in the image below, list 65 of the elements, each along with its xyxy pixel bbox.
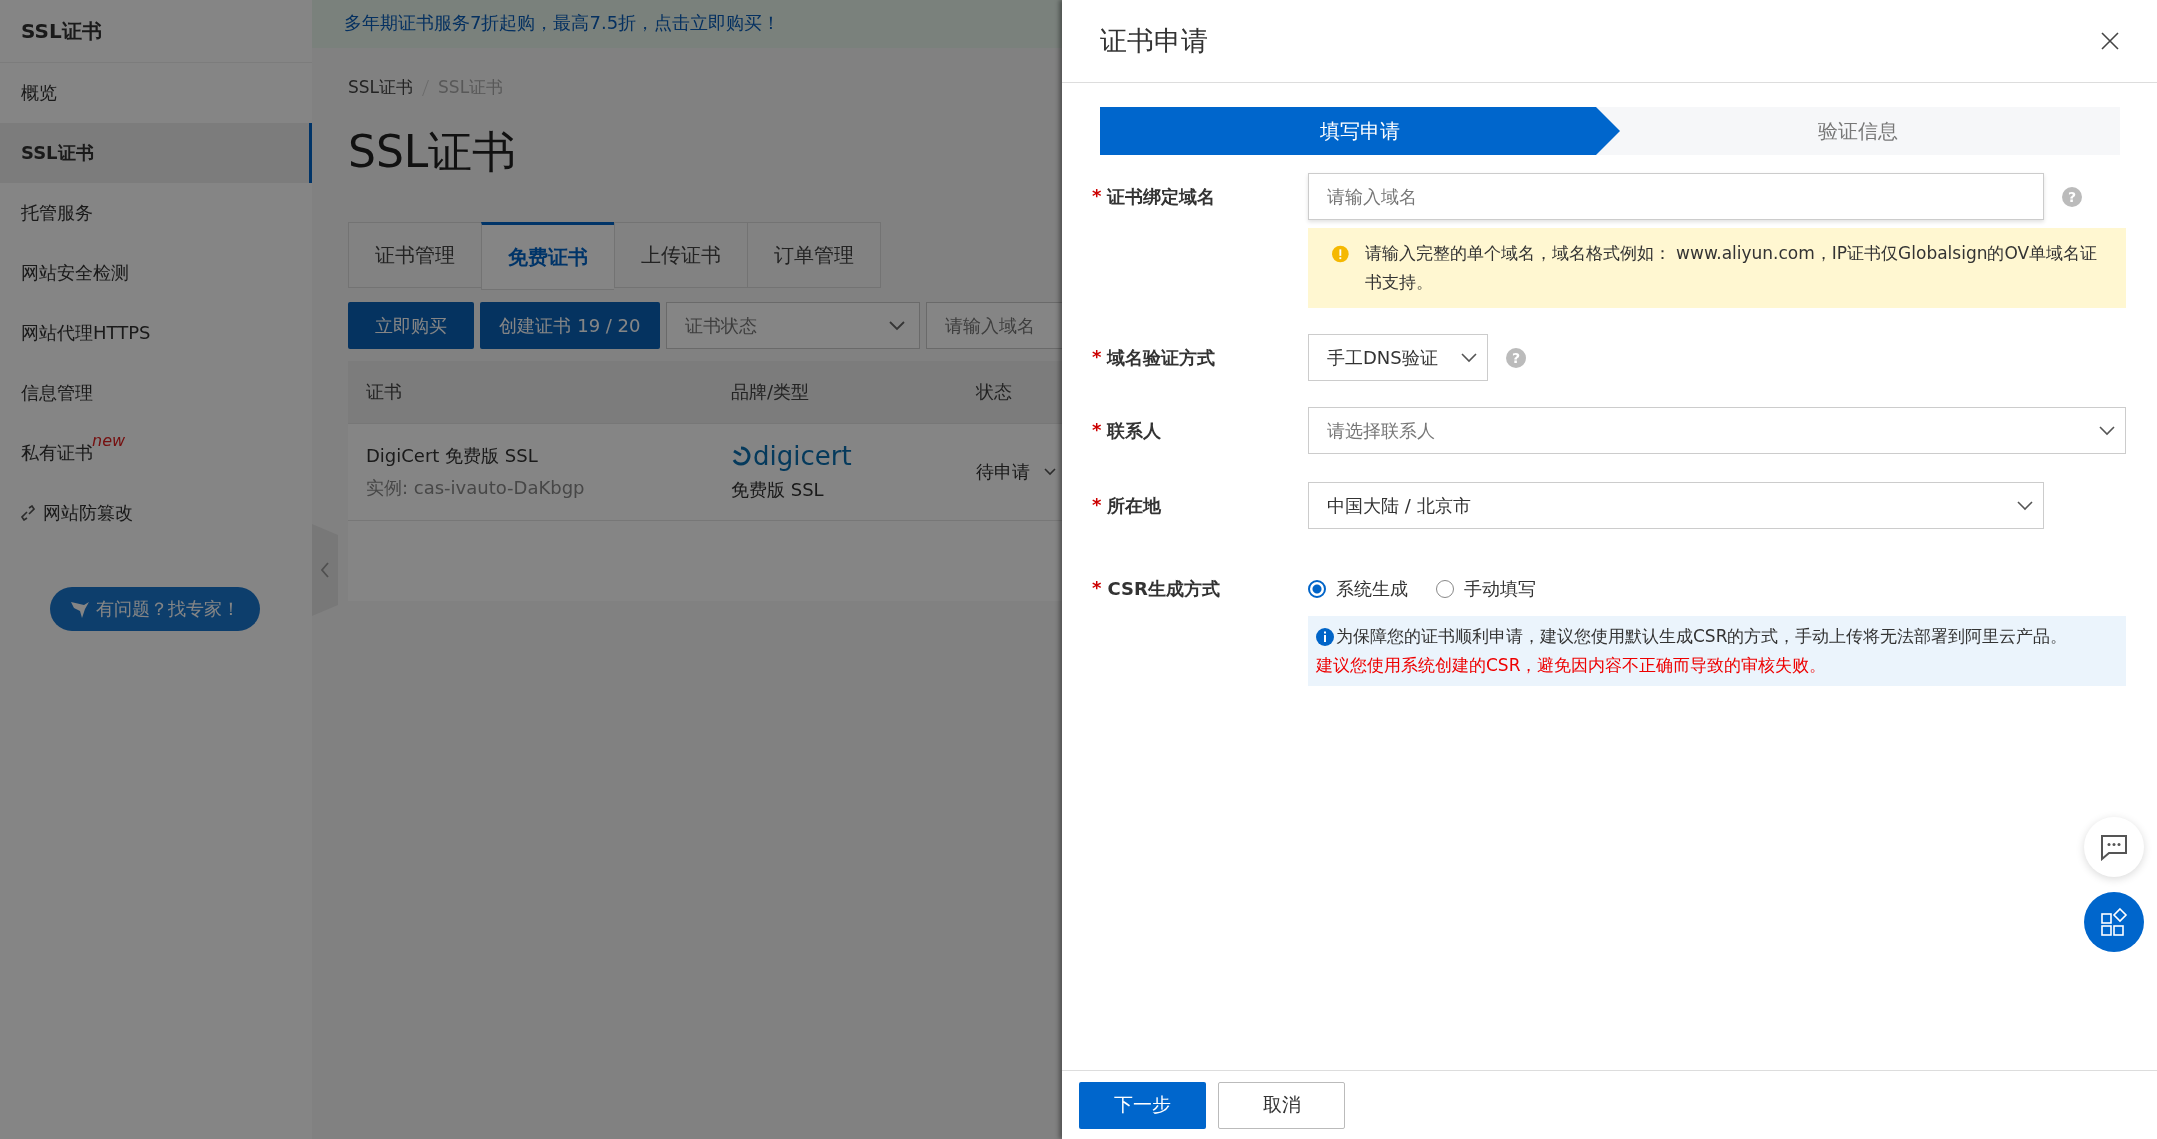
select-field[interactable]: 手工DNS验证 [1308, 334, 1488, 381]
status-select[interactable]: 证书状态 [666, 302, 920, 349]
field-label: 联系人 [1107, 419, 1162, 443]
tab[interactable]: 免费证书 [481, 222, 614, 290]
required-mark: * [1092, 419, 1102, 440]
chevron-down-icon [2017, 500, 2033, 511]
apps-button[interactable] [2084, 892, 2144, 952]
radio-option[interactable]: 手动填写 [1436, 576, 1536, 601]
field-label: CSR生成方式 [1107, 577, 1220, 601]
expert-help-button[interactable]: 有问题？找专家！ [50, 587, 260, 631]
close-icon[interactable] [2101, 32, 2119, 50]
status-text: 待申请 [976, 460, 1030, 484]
sidebar-item[interactable]: 网站代理HTTPS [0, 303, 312, 363]
warning-icon [1332, 245, 1349, 263]
cancel-button[interactable]: 取消 [1218, 1081, 1345, 1129]
buy-button[interactable]: 立即购买 [348, 302, 474, 349]
sidebar-item[interactable]: 网站防篡改 [0, 483, 312, 543]
required-mark: * [1092, 577, 1102, 598]
tab[interactable]: 订单管理 [747, 222, 881, 288]
chat-icon [2099, 833, 2129, 861]
create-certificate-button[interactable]: 创建证书 19 / 20 [480, 302, 660, 349]
certificate-name: DigiCert 免费版 SSL [366, 444, 539, 468]
page-title: SSL证书 [348, 125, 517, 179]
chevron-left-icon [320, 562, 330, 578]
notice-text: 请输入完整的单个域名，域名格式例如： www.aliyun.com，IP证书仅Globalsign的OV单域名证书支持。 [1364, 242, 2099, 294]
notice-text: 为保障您的证书顺利申请，建议您使用默认生成CSR的方式，手动上传将无法部署到阿里云产品。 [1336, 625, 2068, 648]
sidebar-item[interactable]: 托管服务 [0, 183, 312, 243]
step: 填写申请 [1100, 107, 1620, 155]
warning-text: 建议您使用系统创建的CSR，避免因内容不正确而导致的审核失败。 [1316, 654, 1828, 677]
brand-logo: digicert [731, 442, 976, 470]
sidebar-item[interactable]: 信息管理 [0, 363, 312, 423]
required-mark: * [1092, 494, 1102, 515]
info-icon [1316, 628, 1334, 646]
sidebar-item[interactable]: SSL证书 [0, 123, 312, 183]
breadcrumb-link[interactable]: SSL证书 [348, 76, 414, 99]
field-label: 所在地 [1107, 494, 1162, 518]
radio-option[interactable]: 系统生成 [1308, 576, 1408, 601]
column-header: 品牌/类型 [731, 380, 811, 404]
chat-button[interactable] [2084, 817, 2144, 877]
required-mark: * [1092, 346, 1102, 367]
instance-id: 实例: cas-ivauto-DaKbgp [366, 476, 586, 500]
step: 验证信息 [1596, 107, 2120, 155]
tab[interactable]: 上传证书 [614, 222, 747, 288]
column-header: 状态 [976, 380, 1013, 404]
drawer-title: 证书申请 [1100, 24, 1208, 58]
required-mark: * [1092, 185, 1102, 206]
chevron-down-icon [2099, 425, 2115, 436]
new-label: new [92, 431, 126, 450]
sidebar-item[interactable]: 概览 [0, 63, 312, 123]
link-icon [21, 505, 35, 521]
certificate-type: 免费版 SSL [731, 478, 825, 502]
radio-circle[interactable] [1308, 579, 1326, 598]
select-field[interactable]: 中国大陆 / 北京市 [1308, 482, 2044, 529]
field-label: 域名验证方式 [1107, 346, 1216, 370]
apps-icon [2099, 907, 2129, 937]
sidebar-item[interactable]: 网站安全检测 [0, 243, 312, 303]
chevron-down-icon [1461, 352, 1477, 363]
tab[interactable]: 证书管理 [348, 222, 481, 288]
field-label: 证书绑定域名 [1107, 185, 1216, 209]
domain-input-field[interactable]: 请输入域名 [1308, 173, 2044, 220]
column-header: 证书 [365, 380, 403, 404]
next-button[interactable]: 下一步 [1079, 1081, 1206, 1129]
select-field[interactable]: 请选择联系人 [1308, 407, 2126, 454]
caret-icon [1044, 468, 1056, 476]
chevron-down-icon [889, 320, 905, 331]
